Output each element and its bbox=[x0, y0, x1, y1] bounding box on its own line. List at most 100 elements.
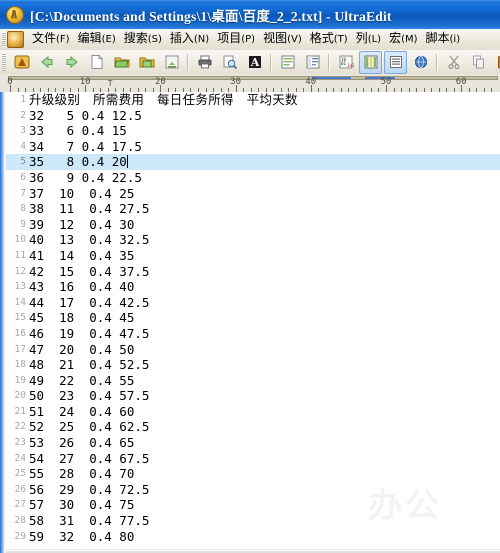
line-text[interactable]: 36 9 0.4 22.5 bbox=[29, 170, 142, 186]
editor-line[interactable]: 16 46 19 0.4 47.5 bbox=[6, 326, 500, 342]
browser-icon[interactable] bbox=[409, 51, 432, 74]
save-as-icon[interactable] bbox=[160, 51, 183, 74]
line-number: 24 bbox=[14, 452, 26, 464]
menu-item-7[interactable]: 格式(T) bbox=[306, 30, 352, 49]
editor-line[interactable]: 6 36 9 0.4 22.5 bbox=[6, 170, 500, 186]
hex-edit-icon[interactable]: 10 01 1a3 bbox=[334, 51, 357, 74]
line-text[interactable]: 53 26 0.4 65 bbox=[29, 435, 134, 451]
editor-line[interactable]: 21 51 24 0.4 60 bbox=[6, 404, 500, 420]
ultraedit-home-icon[interactable] bbox=[10, 51, 33, 74]
editor-line[interactable]: 22 52 25 0.4 62.5 bbox=[6, 419, 500, 435]
forward-arrow-icon[interactable] bbox=[60, 51, 83, 74]
line-text[interactable]: 42 15 0.4 37.5 bbox=[29, 264, 149, 280]
editor-line[interactable]: 19 49 22 0.4 55 bbox=[6, 373, 500, 389]
editor-line[interactable]: 5 35 8 0.4 20 bbox=[6, 154, 500, 170]
editor-line[interactable]: 23 53 26 0.4 65 bbox=[6, 435, 500, 451]
line-text[interactable]: 57 30 0.4 75 bbox=[29, 497, 134, 513]
line-number: 12 bbox=[14, 265, 26, 277]
menu-item-8[interactable]: 列(L) bbox=[352, 30, 385, 49]
word-wrap-icon[interactable] bbox=[276, 51, 299, 74]
line-text[interactable]: 54 27 0.4 67.5 bbox=[29, 451, 149, 467]
menu-item-5[interactable]: 项目(P) bbox=[213, 30, 259, 49]
line-text[interactable]: 51 24 0.4 60 bbox=[29, 404, 134, 420]
cut-icon[interactable] bbox=[442, 51, 465, 74]
watermark: 办公 bbox=[368, 486, 442, 526]
editor-line[interactable]: 29 59 32 0.4 80 bbox=[6, 529, 500, 545]
font-icon[interactable]: A bbox=[243, 51, 266, 74]
line-number: 29 bbox=[14, 530, 26, 542]
line-text[interactable]: 55 28 0.4 70 bbox=[29, 466, 134, 482]
line-text[interactable]: 35 8 0.4 20 bbox=[29, 154, 128, 170]
copy-icon[interactable] bbox=[467, 51, 490, 74]
editor-line[interactable]: 8 38 11 0.4 27.5 bbox=[6, 201, 500, 217]
ultraedit-icon[interactable] bbox=[6, 5, 24, 24]
menu-item-9[interactable]: 宏(M) bbox=[385, 30, 421, 49]
editor-line[interactable]: 4 34 7 0.4 17.5 bbox=[6, 139, 500, 155]
back-arrow-icon[interactable] bbox=[35, 51, 58, 74]
line-text[interactable]: 41 14 0.4 35 bbox=[29, 248, 134, 264]
line-text[interactable]: 52 25 0.4 62.5 bbox=[29, 419, 149, 435]
editor-line[interactable]: 24 54 27 0.4 67.5 bbox=[6, 451, 500, 467]
new-file-icon[interactable] bbox=[85, 51, 108, 74]
line-text[interactable]: 37 10 0.4 25 bbox=[29, 186, 134, 202]
line-text[interactable]: 38 11 0.4 27.5 bbox=[29, 201, 149, 217]
editor-line[interactable]: 14 44 17 0.4 42.5 bbox=[6, 295, 500, 311]
left-gutter-strip bbox=[4, 92, 6, 553]
line-text[interactable]: 40 13 0.4 32.5 bbox=[29, 232, 149, 248]
print-preview-icon[interactable] bbox=[218, 51, 241, 74]
open-folder-icon[interactable] bbox=[110, 51, 133, 74]
list-view-icon[interactable] bbox=[384, 50, 407, 74]
line-text[interactable]: 33 6 0.4 15 bbox=[29, 123, 127, 139]
line-text[interactable]: 50 23 0.4 57.5 bbox=[29, 388, 149, 404]
line-text[interactable]: 56 29 0.4 72.5 bbox=[29, 482, 149, 498]
menu-item-4[interactable]: 插入(N) bbox=[166, 30, 213, 49]
line-numbers-icon[interactable] bbox=[301, 51, 324, 74]
line-text[interactable]: 45 18 0.4 45 bbox=[29, 310, 134, 326]
editor-line[interactable]: 9 39 12 0.4 30 bbox=[6, 217, 500, 233]
print-icon[interactable] bbox=[193, 51, 216, 74]
line-text[interactable]: 59 32 0.4 80 bbox=[29, 529, 134, 545]
editor-line[interactable]: 13 43 16 0.4 40 bbox=[6, 279, 500, 295]
toolbar-drag-grip[interactable] bbox=[2, 53, 6, 71]
line-text[interactable]: 34 7 0.4 17.5 bbox=[29, 139, 142, 155]
line-text[interactable]: 32 5 0.4 12.5 bbox=[29, 108, 142, 124]
paste-icon[interactable] bbox=[492, 51, 500, 74]
line-text[interactable]: 48 21 0.4 52.5 bbox=[29, 357, 149, 373]
text-editor-area[interactable]: 办公 1 升级级别 所需费用 每日任务所得 平均天数 2 32 5 0.4 12.5 3… bbox=[0, 92, 500, 553]
line-text[interactable]: 46 19 0.4 47.5 bbox=[29, 326, 149, 342]
editor-line[interactable]: 15 45 18 0.4 45 bbox=[6, 310, 500, 326]
ruler-tab-marker[interactable]: T bbox=[108, 79, 113, 88]
line-number: 23 bbox=[14, 437, 26, 449]
column-mode-icon[interactable] bbox=[359, 50, 382, 74]
editor-line[interactable]: 3 33 6 0.4 15 bbox=[6, 123, 500, 139]
line-number: 21 bbox=[14, 405, 26, 417]
line-text[interactable]: 58 31 0.4 77.5 bbox=[29, 513, 149, 529]
editor-line[interactable]: 1 升级级别 所需费用 每日任务所得 平均天数 bbox=[6, 92, 500, 108]
line-text[interactable]: 43 16 0.4 40 bbox=[29, 279, 134, 295]
menu-item-6[interactable]: 视图(V) bbox=[259, 30, 306, 49]
save-folder-icon[interactable] bbox=[135, 51, 158, 74]
editor-line[interactable]: 20 50 23 0.4 57.5 bbox=[6, 388, 500, 404]
editor-line[interactable]: 12 42 15 0.4 37.5 bbox=[6, 264, 500, 280]
editor-line[interactable]: 17 47 20 0.4 50 bbox=[6, 342, 500, 358]
text-lines[interactable]: 1 升级级别 所需费用 每日任务所得 平均天数 2 32 5 0.4 12.5 3 33 … bbox=[6, 92, 500, 544]
menu-item-1[interactable]: 文件(F) bbox=[28, 30, 74, 49]
editor-line[interactable]: 2 32 5 0.4 12.5 bbox=[6, 108, 500, 124]
line-text[interactable]: 39 12 0.4 30 bbox=[29, 217, 134, 233]
editor-line[interactable]: 7 37 10 0.4 25 bbox=[6, 186, 500, 202]
menu-item-10[interactable]: 脚本(i) bbox=[422, 30, 465, 49]
menu-item-2[interactable]: 编辑(E) bbox=[74, 30, 120, 49]
line-text[interactable]: 44 17 0.4 42.5 bbox=[29, 295, 149, 311]
document-icon[interactable] bbox=[7, 31, 24, 48]
menu-drag-grip[interactable] bbox=[2, 32, 6, 47]
line-text[interactable]: 升级级别 所需费用 每日任务所得 平均天数 bbox=[29, 92, 298, 108]
editor-line[interactable]: 10 40 13 0.4 32.5 bbox=[6, 232, 500, 248]
line-text[interactable]: 49 22 0.4 55 bbox=[29, 373, 134, 389]
editor-line[interactable]: 18 48 21 0.4 52.5 bbox=[6, 357, 500, 373]
menu-item-3[interactable]: 搜索(S) bbox=[120, 30, 166, 49]
line-number: 14 bbox=[14, 296, 26, 308]
main-toolbar: A 10 01 1a3 bbox=[0, 50, 500, 75]
editor-ruler[interactable]: 0 10 20 30 40 50 60 T bbox=[0, 74, 500, 93]
line-text[interactable]: 47 20 0.4 50 bbox=[29, 342, 134, 358]
editor-line[interactable]: 11 41 14 0.4 35 bbox=[6, 248, 500, 264]
